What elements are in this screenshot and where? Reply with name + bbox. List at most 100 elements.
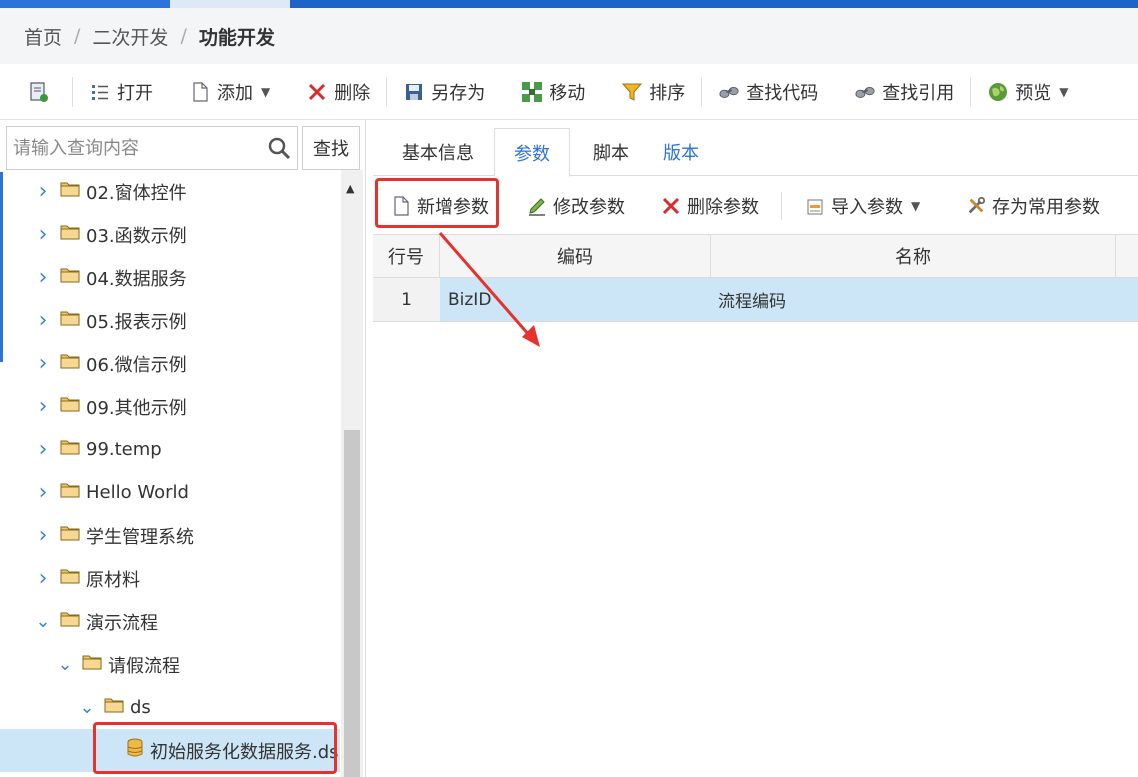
preview-label: 预览	[1015, 82, 1052, 104]
tree-item-label: Hello World	[86, 482, 189, 503]
close-icon	[661, 196, 681, 216]
chevron-right-icon[interactable]: ›	[36, 308, 50, 333]
move-button[interactable]: 移动	[511, 72, 595, 112]
import-icon	[805, 196, 825, 216]
folder-icon	[60, 568, 86, 589]
tab-params[interactable]: 参数	[494, 128, 570, 177]
chevron-right-icon[interactable]: ›	[36, 179, 50, 204]
breadcrumb-secondary-dev[interactable]: 二次开发	[92, 23, 168, 50]
tree-item-label: ds	[130, 697, 151, 718]
tab-version[interactable]: 版本	[653, 128, 709, 176]
import-param-button[interactable]: 导入参数 ▼	[805, 180, 920, 232]
cell-name[interactable]: 流程编码	[718, 278, 1108, 321]
tree-item[interactable]: › 04.数据服务	[0, 256, 340, 299]
red-arrow-annotation	[438, 232, 540, 347]
binoculars-icon	[718, 81, 740, 103]
save-common-param-button[interactable]: 存为常用参数	[966, 180, 1100, 232]
tree-item[interactable]: › 学生管理系统	[0, 514, 340, 557]
tree-item-label: 05.报表示例	[86, 311, 187, 333]
toolbar-divider	[72, 76, 73, 107]
edit-param-label: 修改参数	[553, 197, 625, 218]
highlight-box-selected-file	[93, 722, 337, 774]
tree-item[interactable]: › 02.窗体控件	[0, 170, 340, 213]
chevron-right-icon[interactable]: ›	[36, 523, 50, 548]
tree-item[interactable]: › 09.其他示例	[0, 385, 340, 428]
move-icon	[521, 81, 543, 103]
tab-basic-info[interactable]: 基本信息	[383, 128, 493, 176]
chevron-right-icon[interactable]: ›	[36, 222, 50, 247]
breadcrumb-separator: /	[74, 25, 81, 47]
find-button[interactable]: 查找	[302, 126, 360, 170]
add-button[interactable]: 添加 ▼	[179, 72, 280, 112]
breadcrumb-home[interactable]: 首页	[24, 23, 62, 50]
tree-item[interactable]: › 99.temp	[0, 428, 340, 471]
tab-script[interactable]: 脚本	[580, 128, 642, 176]
scroll-up-icon[interactable]: ▲	[346, 182, 354, 195]
chevron-right-icon[interactable]: ›	[36, 566, 50, 591]
chevron-down-icon: ▼	[261, 84, 271, 99]
preview-button[interactable]: 预览 ▼	[977, 72, 1078, 112]
delete-button[interactable]: 删除	[296, 72, 380, 112]
close-icon	[306, 81, 328, 103]
folder-icon	[60, 267, 86, 288]
folder-icon	[60, 396, 86, 417]
chevron-right-icon[interactable]: ›	[36, 480, 50, 505]
detail-tabs: 基本信息 参数 脚本 版本	[373, 128, 1138, 177]
chevron-right-icon[interactable]: ›	[36, 394, 50, 419]
breadcrumb-separator: /	[180, 25, 187, 47]
delete-param-button[interactable]: 删除参数	[661, 180, 759, 232]
open-button[interactable]: 打开	[79, 72, 163, 112]
tree-item[interactable]: › Hello World	[0, 471, 340, 514]
tree-item[interactable]: ⌄ 演示流程	[0, 600, 340, 643]
folder-icon	[60, 224, 86, 245]
folder-icon	[104, 697, 130, 718]
find-code-button[interactable]: 查找代码	[708, 72, 828, 112]
chevron-down-icon: ▼	[1059, 84, 1069, 99]
find-reference-button[interactable]: 查找引用	[844, 72, 964, 112]
chevron-down-icon[interactable]: ⌄	[79, 698, 94, 716]
delete-param-label: 删除参数	[687, 197, 759, 218]
pencil-icon	[527, 196, 547, 216]
left-tree-pane: 查找 › 02.窗体控件 › 03.函数示例 › 04.数据服务 › 05.报表示例 › 06.微…	[0, 120, 366, 777]
column-header-name[interactable]: 名称	[711, 235, 1116, 277]
toolbar-divider	[386, 76, 388, 107]
top-accent-segment	[0, 0, 170, 8]
tree-item[interactable]: › 05.报表示例	[0, 299, 340, 342]
folder-icon	[60, 611, 86, 632]
find-reference-label: 查找引用	[882, 82, 955, 104]
search-box	[6, 126, 298, 170]
tree-scrollbar[interactable]: ▲	[341, 170, 363, 777]
search-input[interactable]	[7, 128, 257, 168]
chevron-right-icon[interactable]: ›	[36, 437, 50, 462]
top-accent-segment-light	[170, 0, 290, 8]
main-toolbar: 打开 添加 ▼ 删除 另存为 移动 排序 查找代码 查找引用 预览 ▼	[0, 64, 1138, 120]
scrollbar-thumb[interactable]	[344, 430, 360, 777]
chevron-right-icon[interactable]: ›	[36, 351, 50, 376]
tree-item[interactable]: › 03.函数示例	[0, 213, 340, 256]
sort-button[interactable]: 排序	[611, 72, 695, 112]
tree-item[interactable]: ⌄ 请假流程	[0, 643, 340, 686]
tree-item-label: 演示流程	[86, 612, 158, 634]
document-icon	[189, 81, 211, 103]
sort-label: 排序	[649, 82, 686, 104]
toolbar-divider	[781, 192, 782, 220]
search-icon[interactable]	[267, 136, 291, 165]
save-as-button[interactable]: 另存为	[393, 72, 495, 112]
tree-item[interactable]: › 06.微信示例	[0, 342, 340, 385]
toolbar-divider	[701, 76, 703, 107]
file-tree: › 02.窗体控件 › 03.函数示例 › 04.数据服务 › 05.报表示例 › 06.微信示例…	[0, 170, 340, 777]
chevron-down-icon[interactable]: ⌄	[35, 612, 50, 630]
chevron-right-icon[interactable]: ›	[36, 265, 50, 290]
breadcrumb-current: 功能开发	[198, 26, 275, 49]
chevron-down-icon[interactable]: ⌄	[57, 655, 72, 673]
new-button[interactable]	[18, 72, 66, 112]
tree-item[interactable]: › 原材料	[0, 557, 340, 600]
add-label: 添加	[217, 82, 253, 104]
top-accent-bar	[0, 0, 1138, 8]
folder-icon	[60, 310, 86, 331]
folder-icon	[60, 525, 86, 546]
tree-item-label: 请假流程	[108, 655, 180, 677]
tree-item-label: 99.temp	[86, 439, 162, 460]
tree-item-label: 03.函数示例	[86, 225, 187, 247]
save-common-param-label: 存为常用参数	[992, 197, 1100, 218]
